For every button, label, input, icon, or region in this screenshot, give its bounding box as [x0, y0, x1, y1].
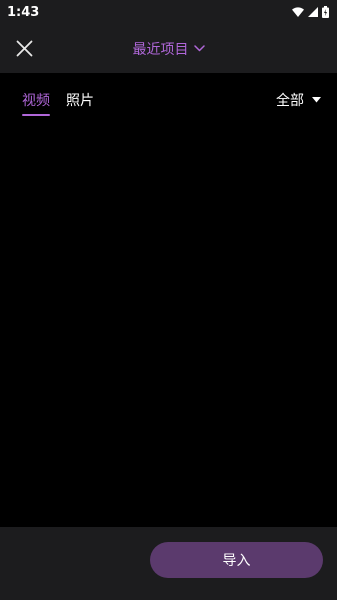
chevron-down-icon	[193, 45, 205, 52]
filter-dropdown[interactable]: 全部	[276, 90, 321, 110]
tab-photo[interactable]: 照片	[66, 90, 94, 116]
status-bar: 1:43	[0, 0, 337, 24]
caret-down-icon	[312, 97, 321, 103]
app-root: 1:43 最近项目 视频 照片 全部 导入	[0, 0, 337, 600]
top-app-bar: 最近项目	[0, 24, 337, 73]
media-tabs: 视频 照片 全部	[0, 73, 337, 123]
import-button[interactable]: 导入	[150, 542, 323, 578]
album-title: 最近项目	[132, 41, 189, 58]
album-selector[interactable]: 最近项目	[133, 39, 205, 59]
bottom-bar: 导入	[0, 527, 337, 600]
signal-icon	[308, 7, 318, 17]
filter-label: 全部	[276, 93, 304, 109]
status-time: 1:43	[7, 4, 40, 20]
title-container: 最近项目	[0, 24, 337, 73]
close-icon	[16, 40, 33, 57]
wifi-icon	[292, 7, 304, 17]
status-icons	[292, 6, 329, 18]
close-button[interactable]	[12, 36, 37, 61]
media-grid	[0, 123, 337, 527]
tab-video[interactable]: 视频	[22, 90, 50, 116]
battery-icon	[322, 6, 329, 18]
